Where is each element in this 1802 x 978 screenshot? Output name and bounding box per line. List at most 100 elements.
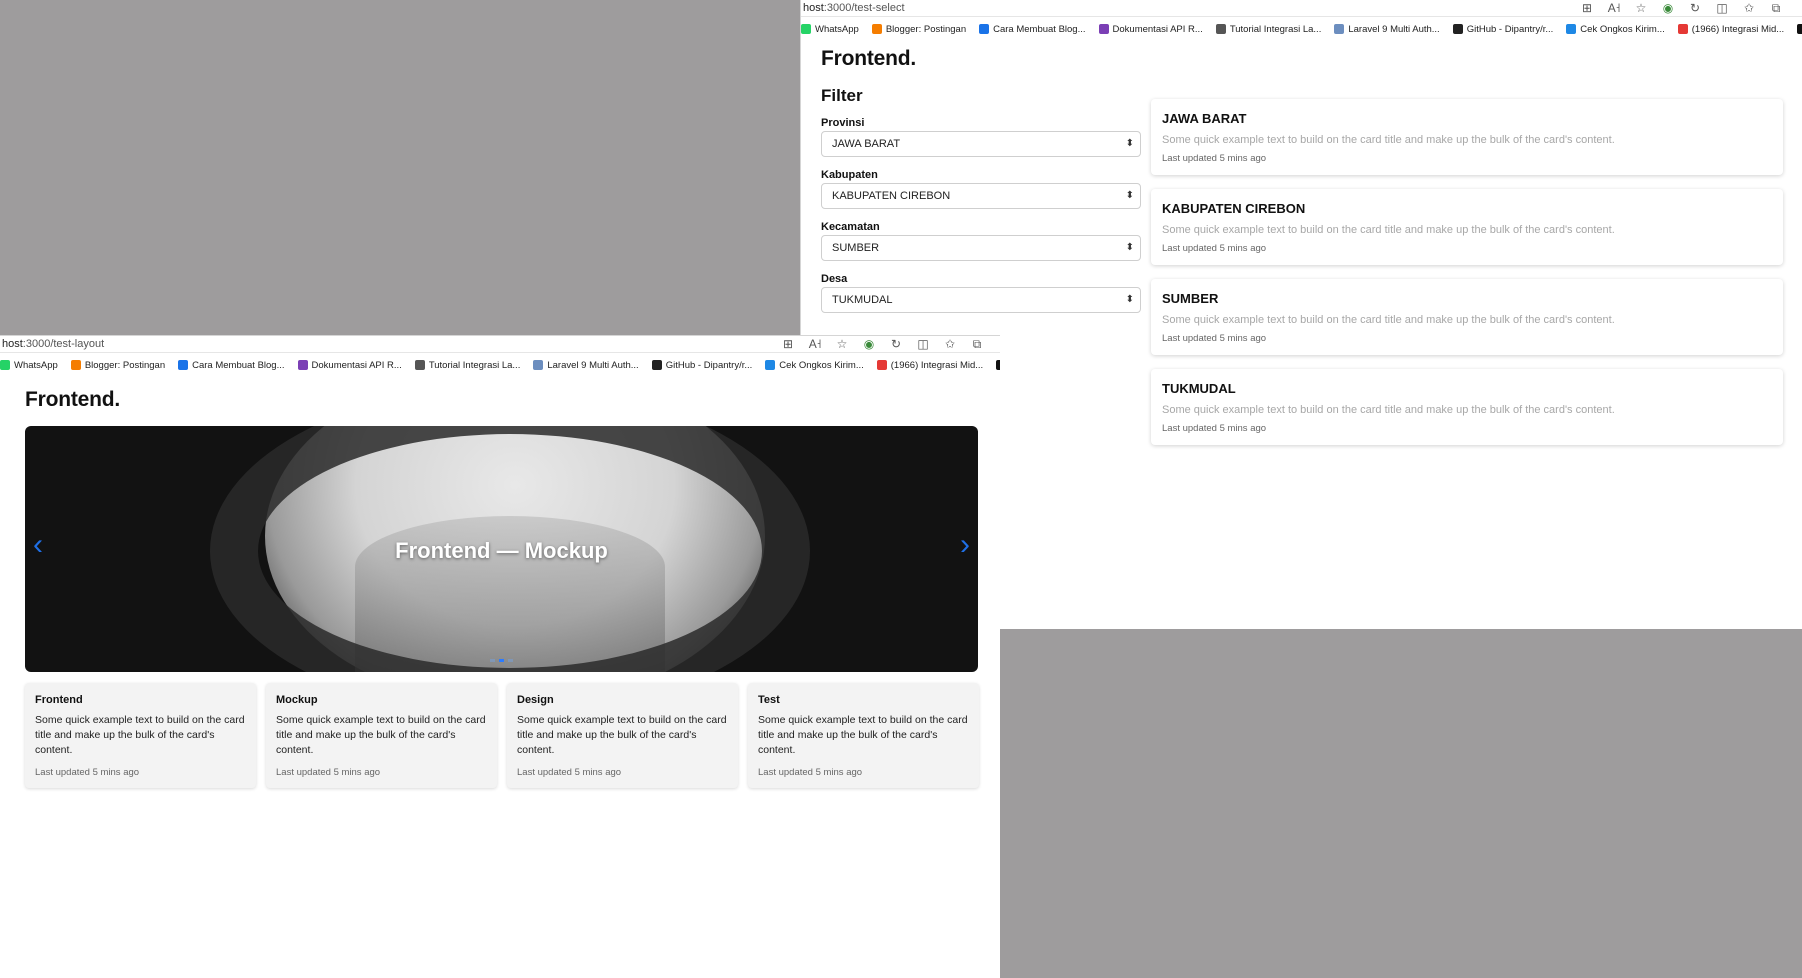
bookmark-label: Dokumentasi API R... bbox=[311, 359, 402, 371]
bookmark-label: WhatsApp bbox=[815, 23, 859, 35]
card-updated: Last updated 5 mins ago bbox=[1162, 333, 1267, 344]
carousel-indicator[interactable] bbox=[490, 659, 495, 662]
bookmark-item[interactable]: GitHub - Dipantry/r... bbox=[1452, 24, 1553, 35]
address-url[interactable]: host:3000/test-select bbox=[803, 2, 905, 14]
card-title: Frontend bbox=[35, 694, 83, 706]
chevron-left-icon[interactable]: ‹ bbox=[33, 530, 43, 560]
brand-logo[interactable]: Frontend. bbox=[25, 388, 120, 412]
card-text: Some quick example text to build on the … bbox=[1162, 404, 1615, 416]
apps-icon[interactable]: ⊞ bbox=[780, 337, 796, 351]
split-screen-icon[interactable]: ◫ bbox=[915, 337, 931, 351]
favorite-star-icon[interactable]: ☆ bbox=[834, 337, 850, 351]
card-text: Some quick example text to build on the … bbox=[1162, 224, 1615, 236]
bookmark-favicon-icon bbox=[979, 24, 990, 34]
select-desa[interactable]: TUKMUDAL ⬍ bbox=[821, 287, 1141, 313]
extension-icon[interactable]: ◉ bbox=[861, 337, 877, 351]
apps-icon[interactable]: ⊞ bbox=[1579, 1, 1595, 15]
bookmark-item[interactable]: (1966) Integrasi Mid... bbox=[1677, 24, 1784, 35]
bookmark-label: Cara Membuat Blog... bbox=[192, 359, 285, 371]
region-card: SUMBER Some quick example text to build … bbox=[1151, 279, 1783, 355]
bookmark-item[interactable]: Dokumentasi API R... bbox=[297, 359, 402, 371]
address-url[interactable]: host:3000/test-layout bbox=[2, 338, 104, 350]
card-updated: Last updated 5 mins ago bbox=[35, 767, 140, 778]
chevron-right-icon[interactable]: › bbox=[960, 530, 970, 560]
bookmark-label: Blogger: Postingan bbox=[885, 23, 967, 35]
favorite-star-icon[interactable]: ☆ bbox=[1633, 1, 1649, 15]
select-kabupaten[interactable]: KABUPATEN CIREBON ⬍ bbox=[821, 183, 1141, 209]
info-card: Design Some quick example text to build … bbox=[507, 683, 738, 788]
card-text: Some quick example text to build on the … bbox=[276, 714, 486, 756]
extension-icon[interactable]: ◉ bbox=[1660, 1, 1676, 15]
refresh-icon[interactable]: ↻ bbox=[888, 337, 904, 351]
desktop-background bbox=[0, 0, 800, 336]
bookmark-item[interactable]: Laravel 9 Multi Auth... bbox=[1334, 24, 1440, 35]
chevron-down-icon: ⬍ bbox=[1125, 294, 1134, 305]
bookmark-item[interactable]: Tutorial Integrasi La... bbox=[1215, 23, 1322, 35]
select-provinsi[interactable]: JAWA BARAT ⬍ bbox=[821, 131, 1141, 157]
card-title: JAWA BARAT bbox=[1162, 111, 1247, 126]
card-title: KABUPATEN CIREBON bbox=[1162, 201, 1306, 216]
card-text: Some quick example text to build on the … bbox=[517, 714, 727, 756]
address-bar[interactable]: host:3000/test-layout ⊞ A˧ ☆ ◉ ↻ ◫ ✩ ⧉ bbox=[0, 336, 1000, 353]
bookmark-label: Tutorial Integrasi La... bbox=[1229, 23, 1322, 35]
region-card: JAWA BARAT Some quick example text to bu… bbox=[1151, 99, 1783, 175]
chevron-down-icon: ⬍ bbox=[1125, 190, 1134, 201]
bookmark-item[interactable]: (1966) Integrasi Mid... bbox=[876, 360, 983, 371]
favorites-icon[interactable]: ✩ bbox=[1741, 1, 1757, 15]
brand-logo[interactable]: Frontend. bbox=[821, 47, 916, 71]
bookmark-favicon-icon bbox=[70, 360, 81, 370]
chevron-down-icon: ⬍ bbox=[1125, 138, 1134, 149]
filter-label-kabupaten: Kabupaten bbox=[821, 169, 878, 181]
hero-carousel[interactable]: Frontend — Mockup ‹ › bbox=[25, 426, 978, 672]
carousel-indicator[interactable] bbox=[508, 659, 513, 662]
card-text: Some quick example text to build on the … bbox=[35, 714, 245, 756]
card-updated: Last updated 5 mins ago bbox=[517, 767, 622, 778]
bookmark-item[interactable]: Blogger: Postingan bbox=[70, 360, 165, 371]
bookmark-item[interactable]: Laravel 9 Multi Auth... bbox=[533, 359, 639, 371]
bookmark-item[interactable]: WhatsApp bbox=[801, 24, 859, 35]
card-text: Some quick example text to build on the … bbox=[1162, 314, 1615, 326]
favorites-icon[interactable]: ✩ bbox=[942, 337, 958, 351]
bookmark-item[interactable]: Dokumentasi API R... bbox=[1098, 23, 1203, 35]
refresh-icon[interactable]: ↻ bbox=[1687, 1, 1703, 15]
collections-icon[interactable]: ⧉ bbox=[969, 337, 985, 351]
bookmark-item[interactable]: GitHub - Dipantry/r... bbox=[651, 359, 753, 371]
split-screen-icon[interactable]: ◫ bbox=[1714, 1, 1730, 15]
bookmark-item[interactable]: Blogger: Postingan bbox=[871, 23, 967, 35]
bookmark-label: Dokumentasi API R... bbox=[1112, 23, 1203, 35]
bookmark-label: Cara Membuat Blog... bbox=[993, 23, 1086, 35]
read-aloud-icon[interactable]: A˧ bbox=[807, 337, 823, 351]
bookmark-label: Laravel 9 Multi Auth... bbox=[547, 359, 639, 371]
bookmark-item[interactable]: Cara Membuat Blog... bbox=[178, 359, 285, 371]
collections-icon[interactable]: ⧉ bbox=[1768, 1, 1784, 15]
bookmark-item[interactable]: Carbon | Create and... bbox=[1797, 24, 1802, 35]
filter-label-provinsi: Provinsi bbox=[821, 117, 865, 129]
card-text: Some quick example text to build on the … bbox=[1162, 134, 1615, 146]
bookmark-item[interactable]: Cek Ongkos Kirim... bbox=[1566, 24, 1665, 35]
bookmark-favicon-icon bbox=[801, 24, 811, 34]
carousel-indicators bbox=[25, 659, 978, 662]
read-aloud-icon[interactable]: A˧ bbox=[1606, 1, 1622, 15]
bookmark-favicon-icon bbox=[1334, 24, 1345, 34]
bookmark-item[interactable]: Cek Ongkos Kirim... bbox=[765, 360, 864, 371]
bookmark-favicon-icon bbox=[1215, 24, 1226, 34]
bookmark-item[interactable]: Cara Membuat Blog... bbox=[979, 23, 1086, 35]
bookmark-item[interactable]: Tutorial Integrasi La... bbox=[414, 359, 521, 371]
region-card: KABUPATEN CIREBON Some quick example tex… bbox=[1151, 189, 1783, 265]
bookmark-item[interactable]: WhatsApp bbox=[0, 360, 58, 371]
bookmark-label: GitHub - Dipantry/r... bbox=[665, 359, 753, 371]
card-updated: Last updated 5 mins ago bbox=[1162, 153, 1267, 164]
select-kecamatan[interactable]: SUMBER ⬍ bbox=[821, 235, 1141, 261]
toolbar-icons: ⊞ A˧ ☆ ◉ ↻ ◫ ✩ ⧉ bbox=[780, 336, 985, 352]
bookmark-item[interactable]: Carbon | Create and... bbox=[996, 360, 1000, 371]
bookmark-favicon-icon bbox=[0, 360, 10, 370]
bookmark-favicon-icon bbox=[533, 360, 544, 370]
card-title: Mockup bbox=[276, 694, 318, 706]
bookmark-favicon-icon bbox=[876, 360, 887, 370]
bookmark-label: Tutorial Integrasi La... bbox=[428, 359, 521, 371]
address-bar[interactable]: host:3000/test-select ⊞ A˧ ☆ ◉ ↻ ◫ ✩ ⧉ bbox=[801, 0, 1802, 17]
carousel-indicator[interactable] bbox=[499, 659, 504, 662]
bookmark-favicon-icon bbox=[1098, 24, 1109, 34]
select-value: TUKMUDAL bbox=[832, 294, 893, 306]
bookmark-favicon-icon bbox=[1677, 24, 1688, 34]
